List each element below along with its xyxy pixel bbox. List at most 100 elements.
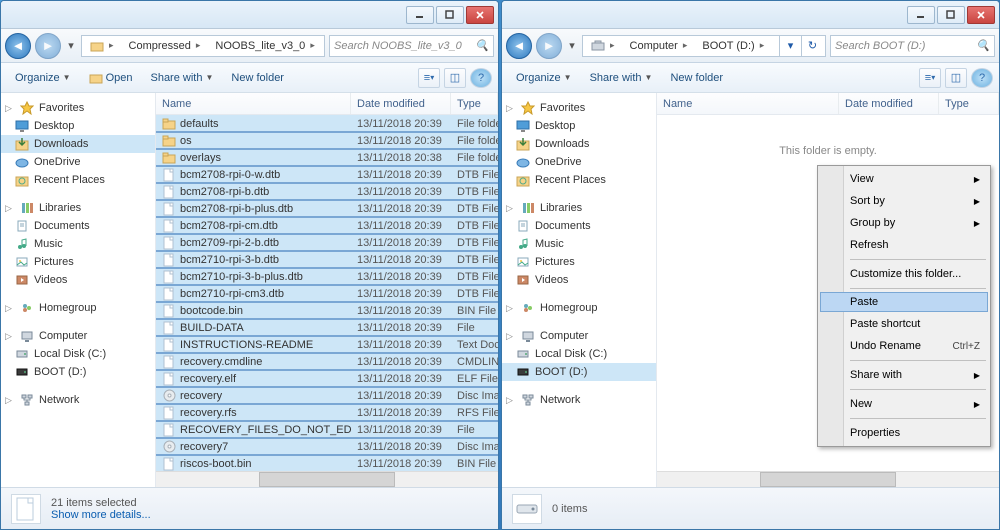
new-folder-button[interactable]: New folder bbox=[223, 67, 292, 89]
table-row[interactable]: defaults13/11/2018 20:39File folder bbox=[156, 115, 498, 132]
table-row[interactable]: bcm2708-rpi-0-w.dtb13/11/2018 20:39DTB F… bbox=[156, 166, 498, 183]
sidebar-item[interactable]: ▷Libraries bbox=[1, 199, 155, 217]
sidebar-item[interactable]: Documents bbox=[502, 217, 656, 235]
sidebar-item[interactable]: ▷Favorites bbox=[502, 99, 656, 117]
organize-button[interactable]: Organize ▼ bbox=[7, 67, 79, 89]
table-row[interactable]: bcm2709-rpi-2-b.dtb13/11/2018 20:39DTB F… bbox=[156, 234, 498, 251]
table-row[interactable]: recovery13/11/2018 20:39Disc Image File bbox=[156, 387, 498, 404]
sidebar-item[interactable]: OneDrive bbox=[502, 153, 656, 171]
preview-pane-button[interactable]: ◫ bbox=[945, 68, 967, 88]
close-button[interactable] bbox=[466, 6, 494, 24]
horizontal-scrollbar[interactable] bbox=[657, 471, 999, 487]
context-menu-item[interactable]: View bbox=[820, 168, 988, 190]
column-type[interactable]: Type bbox=[939, 93, 999, 114]
sidebar-item[interactable]: ▷Computer bbox=[1, 327, 155, 345]
sidebar-item[interactable]: Local Disk (C:) bbox=[502, 345, 656, 363]
sidebar-item[interactable]: BOOT (D:) bbox=[502, 363, 656, 381]
sidebar-item[interactable]: Desktop bbox=[502, 117, 656, 135]
search-input[interactable]: Search NOOBS_lite_v3_0 🔍 bbox=[329, 35, 494, 57]
sidebar-item[interactable]: Local Disk (C:) bbox=[1, 345, 155, 363]
breadcrumb-left[interactable]: ▸ Compressed▸ NOOBS_lite_v3_0▸ ▾ ↻ bbox=[81, 35, 325, 57]
table-row[interactable]: bcm2708-rpi-cm.dtb13/11/2018 20:39DTB Fi… bbox=[156, 217, 498, 234]
sidebar-item[interactable]: ▷Favorites bbox=[1, 99, 155, 117]
table-row[interactable]: recovery.cmdline13/11/2018 20:39CMDLINE … bbox=[156, 353, 498, 370]
breadcrumb-dropdown[interactable]: ▾ bbox=[779, 35, 801, 57]
table-row[interactable]: recovery.rfs13/11/2018 20:39RFS File bbox=[156, 404, 498, 421]
sidebar-item[interactable]: OneDrive bbox=[1, 153, 155, 171]
sidebar-item[interactable]: Recent Places bbox=[502, 171, 656, 189]
sidebar-item[interactable]: Recent Places bbox=[1, 171, 155, 189]
share-with-button[interactable]: Share with ▼ bbox=[582, 67, 661, 89]
sidebar-item[interactable]: Music bbox=[1, 235, 155, 253]
sidebar-item[interactable]: Documents bbox=[1, 217, 155, 235]
sidebar-item[interactable]: ▷Homegroup bbox=[1, 299, 155, 317]
sidebar-item[interactable]: BOOT (D:) bbox=[1, 363, 155, 381]
table-row[interactable]: INSTRUCTIONS-README13/11/2018 20:39Text … bbox=[156, 336, 498, 353]
sidebar-item[interactable]: Downloads bbox=[502, 135, 656, 153]
context-menu-item[interactable]: Properties bbox=[820, 422, 988, 444]
breadcrumb-right[interactable]: ▸ Computer▸ BOOT (D:)▸ ▾ ↻ bbox=[582, 35, 826, 57]
view-options-button[interactable]: ≡ ▾ bbox=[919, 68, 941, 88]
sidebar-item[interactable]: ▷Computer bbox=[502, 327, 656, 345]
context-menu-item[interactable]: Share with bbox=[820, 364, 988, 386]
table-row[interactable]: bcm2710-rpi-3-b-plus.dtb13/11/2018 20:39… bbox=[156, 268, 498, 285]
context-menu-item[interactable]: Group by bbox=[820, 212, 988, 234]
minimize-button[interactable] bbox=[907, 6, 935, 24]
search-input[interactable]: Search BOOT (D:) 🔍 bbox=[830, 35, 995, 57]
column-headers[interactable]: Name Date modified Type bbox=[156, 93, 498, 115]
maximize-button[interactable] bbox=[937, 6, 965, 24]
table-row[interactable]: bcm2708-rpi-b.dtb13/11/2018 20:39DTB Fil… bbox=[156, 183, 498, 200]
show-more-details-link[interactable]: Show more details... bbox=[51, 509, 151, 521]
sidebar-item[interactable]: Videos bbox=[1, 271, 155, 289]
column-date[interactable]: Date modified bbox=[839, 93, 939, 114]
context-menu-item[interactable]: Sort by bbox=[820, 190, 988, 212]
sidebar-item[interactable]: Desktop bbox=[1, 117, 155, 135]
table-row[interactable]: bootcode.bin13/11/2018 20:39BIN File bbox=[156, 302, 498, 319]
column-headers[interactable]: Name Date modified Type bbox=[657, 93, 999, 115]
preview-pane-button[interactable]: ◫ bbox=[444, 68, 466, 88]
titlebar-left[interactable] bbox=[1, 1, 498, 29]
refresh-button[interactable]: ↻ bbox=[801, 35, 823, 57]
sidebar-item[interactable]: ▷Network bbox=[502, 391, 656, 409]
share-with-button[interactable]: Share with ▼ bbox=[142, 67, 221, 89]
breadcrumb-item[interactable]: Compressed▸ bbox=[123, 36, 210, 56]
close-button[interactable] bbox=[967, 6, 995, 24]
sidebar-item[interactable]: Pictures bbox=[1, 253, 155, 271]
table-row[interactable]: recovery.elf13/11/2018 20:39ELF File bbox=[156, 370, 498, 387]
context-menu-item[interactable]: Paste bbox=[820, 292, 988, 312]
file-list[interactable]: Name Date modified Type This folder is e… bbox=[657, 93, 999, 487]
table-row[interactable]: riscos-boot.bin13/11/2018 20:39BIN File bbox=[156, 455, 498, 471]
help-button[interactable]: ? bbox=[470, 68, 492, 88]
history-dropdown[interactable]: ▾ bbox=[65, 35, 77, 57]
table-row[interactable]: bcm2708-rpi-b-plus.dtb13/11/2018 20:39DT… bbox=[156, 200, 498, 217]
titlebar-right[interactable] bbox=[502, 1, 999, 29]
breadcrumb-item[interactable]: Computer▸ bbox=[624, 36, 697, 56]
maximize-button[interactable] bbox=[436, 6, 464, 24]
sidebar-item[interactable]: Downloads bbox=[1, 135, 155, 153]
column-type[interactable]: Type bbox=[451, 93, 498, 114]
breadcrumb-dropdown[interactable]: ▾ bbox=[324, 35, 325, 57]
breadcrumb-root-icon[interactable]: ▸ bbox=[585, 36, 624, 56]
sidebar-item[interactable]: Videos bbox=[502, 271, 656, 289]
minimize-button[interactable] bbox=[406, 6, 434, 24]
column-name[interactable]: Name bbox=[156, 93, 351, 114]
table-row[interactable]: bcm2710-rpi-3-b.dtb13/11/2018 20:39DTB F… bbox=[156, 251, 498, 268]
back-button[interactable]: ◄ bbox=[506, 33, 532, 59]
table-row[interactable]: bcm2710-rpi-cm3.dtb13/11/2018 20:39DTB F… bbox=[156, 285, 498, 302]
table-row[interactable]: os13/11/2018 20:39File folder bbox=[156, 132, 498, 149]
context-menu-item[interactable]: Refresh bbox=[820, 234, 988, 256]
forward-button[interactable]: ► bbox=[536, 33, 562, 59]
history-dropdown[interactable]: ▾ bbox=[566, 35, 578, 57]
table-row[interactable]: BUILD-DATA13/11/2018 20:39File bbox=[156, 319, 498, 336]
file-rows-empty[interactable]: This folder is empty. ViewSort byGroup b… bbox=[657, 115, 999, 471]
context-menu-item[interactable]: Paste shortcut bbox=[820, 313, 988, 335]
sidebar-item[interactable]: ▷Network bbox=[1, 391, 155, 409]
forward-button[interactable]: ► bbox=[35, 33, 61, 59]
horizontal-scrollbar[interactable] bbox=[156, 471, 498, 487]
table-row[interactable]: RECOVERY_FILES_DO_NOT_EDIT13/11/2018 20:… bbox=[156, 421, 498, 438]
column-date[interactable]: Date modified bbox=[351, 93, 451, 114]
breadcrumb-item[interactable]: NOOBS_lite_v3_0▸ bbox=[209, 36, 323, 56]
sidebar-item[interactable]: ▷Libraries bbox=[502, 199, 656, 217]
file-rows[interactable]: defaults13/11/2018 20:39File folderos13/… bbox=[156, 115, 498, 471]
table-row[interactable]: recovery713/11/2018 20:39Disc Image File bbox=[156, 438, 498, 455]
